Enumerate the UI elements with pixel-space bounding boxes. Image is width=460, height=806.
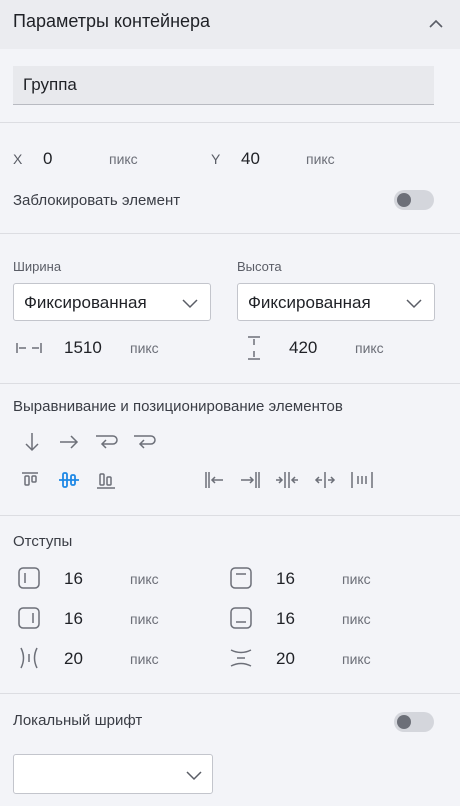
gap-horizontal-unit: пикс	[130, 651, 159, 667]
arrow-down-icon[interactable]	[20, 430, 44, 454]
lock-element-label: Заблокировать элемент	[13, 192, 181, 209]
container-name-field[interactable]	[13, 66, 434, 105]
padding-right-value[interactable]: 16	[64, 609, 83, 629]
padding-title: Отступы	[13, 533, 73, 550]
width-label: Ширина	[13, 259, 62, 274]
height-mode-value: Фиксированная	[248, 293, 371, 312]
align-bottom-icon[interactable]	[94, 468, 118, 492]
width-mode-select[interactable]: Фиксированная	[13, 283, 211, 321]
justify-end-icon[interactable]	[238, 468, 262, 492]
padding-bottom-unit: пикс	[342, 611, 371, 627]
padding-top-icon	[229, 566, 253, 590]
gap-horizontal-value[interactable]: 20	[64, 649, 83, 669]
gap-vertical-value[interactable]: 20	[276, 649, 295, 669]
y-value[interactable]: 40	[241, 149, 260, 169]
width-unit: пикс	[130, 340, 159, 356]
lock-element-toggle[interactable]	[394, 190, 434, 210]
align-top-icon[interactable]	[19, 468, 43, 492]
width-value[interactable]: 1510	[64, 338, 102, 358]
width-icon	[15, 338, 43, 358]
padding-right-icon	[17, 606, 41, 630]
divider	[0, 383, 460, 384]
alignment-title: Выравнивание и позиционирование элементо…	[13, 398, 343, 415]
padding-bottom-icon	[229, 606, 253, 630]
padding-top-value[interactable]: 16	[276, 569, 295, 589]
justify-center-icon[interactable]	[274, 468, 298, 492]
align-center-icon[interactable]	[57, 468, 81, 492]
chevron-down-icon	[186, 769, 202, 781]
toggle-knob	[397, 193, 411, 207]
chevron-down-icon	[406, 297, 422, 309]
height-unit: пикс	[355, 340, 384, 356]
panel-title: Параметры контейнера	[13, 11, 211, 31]
width-mode-value: Фиксированная	[24, 293, 147, 312]
x-value[interactable]: 0	[43, 149, 52, 169]
space-between-icon[interactable]	[313, 468, 337, 492]
padding-left-icon	[17, 566, 41, 590]
justify-start-icon[interactable]	[203, 468, 227, 492]
divider	[0, 693, 460, 694]
height-icon	[244, 335, 264, 361]
height-mode-select[interactable]: Фиксированная	[237, 283, 435, 321]
x-label: X	[13, 151, 23, 167]
height-value[interactable]: 420	[289, 338, 317, 358]
gap-vertical-icon	[229, 646, 253, 670]
divider	[0, 122, 460, 123]
padding-top-unit: пикс	[342, 571, 371, 587]
padding-left-unit: пикс	[130, 571, 159, 587]
divider	[0, 233, 460, 234]
padding-left-value[interactable]: 16	[64, 569, 83, 589]
toggle-knob	[397, 715, 411, 729]
chevron-up-icon[interactable]	[426, 14, 446, 34]
local-font-label: Локальный шрифт	[13, 712, 143, 729]
gap-vertical-unit: пикс	[342, 651, 371, 667]
wrap-right-icon[interactable]	[94, 430, 118, 454]
height-label: Высота	[237, 259, 282, 274]
x-unit: пикс	[109, 151, 138, 167]
font-select[interactable]	[13, 754, 213, 794]
divider	[0, 515, 460, 516]
container-name-input[interactable]	[13, 66, 434, 104]
arrow-right-icon[interactable]	[57, 430, 81, 454]
gap-horizontal-icon	[17, 646, 41, 670]
padding-right-unit: пикс	[130, 611, 159, 627]
y-unit: пикс	[306, 151, 335, 167]
padding-bottom-value[interactable]: 16	[276, 609, 295, 629]
y-label: Y	[211, 151, 221, 167]
local-font-toggle[interactable]	[394, 712, 434, 732]
chevron-down-icon	[182, 297, 198, 309]
space-around-icon[interactable]	[349, 468, 373, 492]
wrap-left-icon[interactable]	[132, 430, 156, 454]
